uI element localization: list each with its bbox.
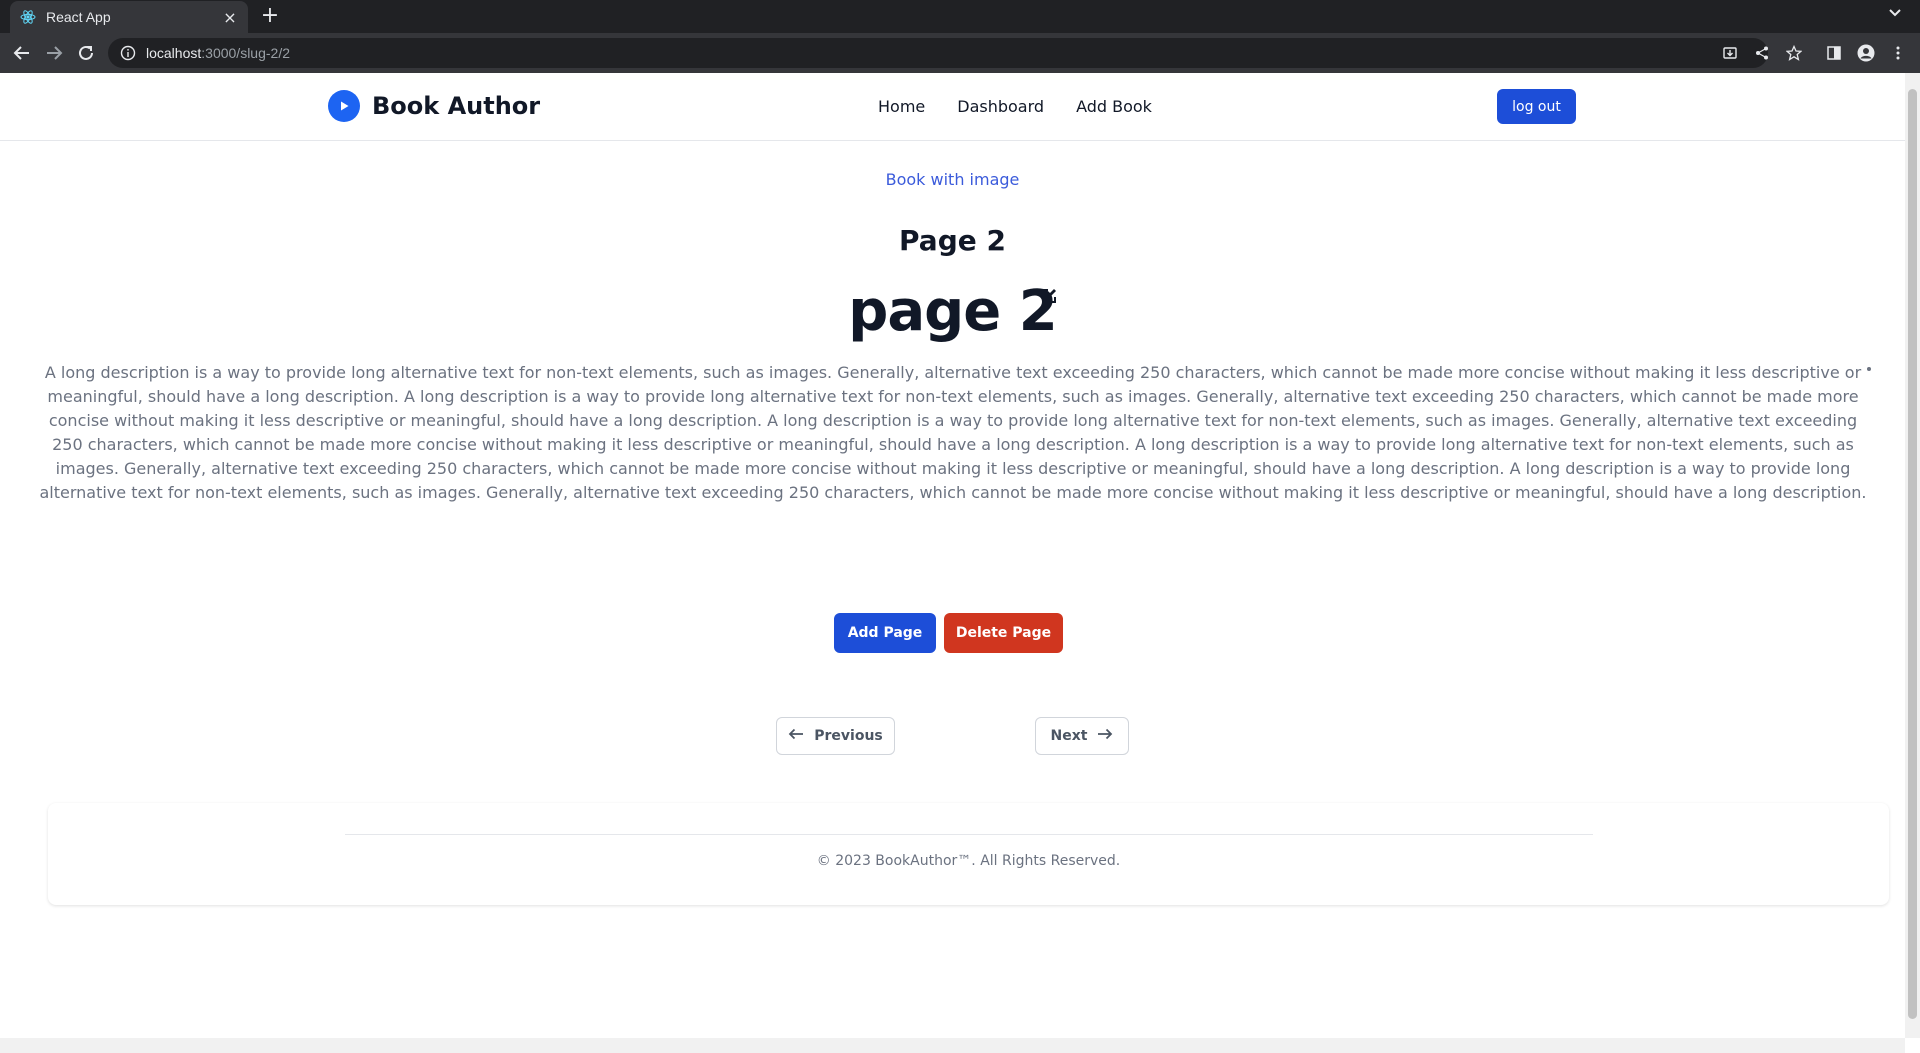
tab-search-icon[interactable] [1888,6,1902,22]
new-tab-button[interactable]: + [258,4,282,28]
tab-close-icon[interactable]: × [222,8,238,27]
react-icon [20,9,36,25]
scrollbar-thumb[interactable] [1908,89,1917,1019]
book-link[interactable]: Book with image [0,170,1905,189]
brand[interactable]: Book Author [328,90,540,122]
previous-button[interactable]: Previous [776,717,895,755]
browser-tab[interactable]: React App × [10,1,248,33]
url-host: localhost [146,45,202,61]
site-info-icon[interactable] [120,45,136,61]
previous-label: Previous [814,728,883,744]
install-app-icon[interactable] [1718,41,1742,65]
browser-toolbar: localhost:3000/slug-2/2 [0,33,1920,73]
page-title-row: page 2 [0,279,1905,344]
profile-avatar-icon[interactable] [1854,41,1878,65]
reload-icon[interactable] [74,41,98,65]
url-path: :3000/slug-2/2 [201,45,290,61]
edit-icon[interactable] [1040,287,1058,305]
browser-tab-bar: React App × + [0,0,1920,33]
share-icon[interactable] [1750,41,1774,65]
logout-button[interactable]: log out [1497,89,1576,124]
side-panel-icon[interactable] [1822,41,1846,65]
back-icon[interactable] [10,41,34,65]
delete-page-button[interactable]: Delete Page [944,613,1063,653]
page-description: A long description is a way to provide l… [39,363,1867,502]
bookmark-star-icon[interactable] [1782,41,1806,65]
forward-icon[interactable] [42,41,66,65]
browser-menu-icon[interactable] [1886,41,1910,65]
next-button[interactable]: Next [1035,717,1129,755]
horizontal-scrollbar[interactable] [0,1038,1905,1053]
footer-divider [345,834,1593,835]
arrow-left-icon [788,728,804,744]
site-footer: © 2023 BookAuthor™. All Rights Reserved. [48,803,1889,905]
brand-name: Book Author [372,92,541,120]
play-circle-icon [328,90,360,122]
add-page-button[interactable]: Add Page [834,613,936,653]
main-nav: Home Dashboard Add Book [878,97,1152,116]
decorative-dot [1867,367,1871,371]
footer-copyright: © 2023 BookAuthor™. All Rights Reserved. [816,853,1121,869]
site-header: Book Author Home Dashboard Add Book log … [0,73,1905,141]
tab-title: React App [46,9,111,25]
address-bar[interactable]: localhost:3000/slug-2/2 [108,38,1768,68]
vertical-scrollbar[interactable] [1905,73,1920,1038]
nav-home[interactable]: Home [878,97,925,116]
nav-dashboard[interactable]: Dashboard [957,97,1044,116]
page-heading: Page 2 [899,224,1006,257]
arrow-right-icon [1097,728,1113,744]
page-viewport: Book Author Home Dashboard Add Book log … [0,73,1905,1038]
page-title: page 2 [848,279,1057,344]
nav-add-book[interactable]: Add Book [1076,97,1152,116]
next-label: Next [1050,728,1088,744]
